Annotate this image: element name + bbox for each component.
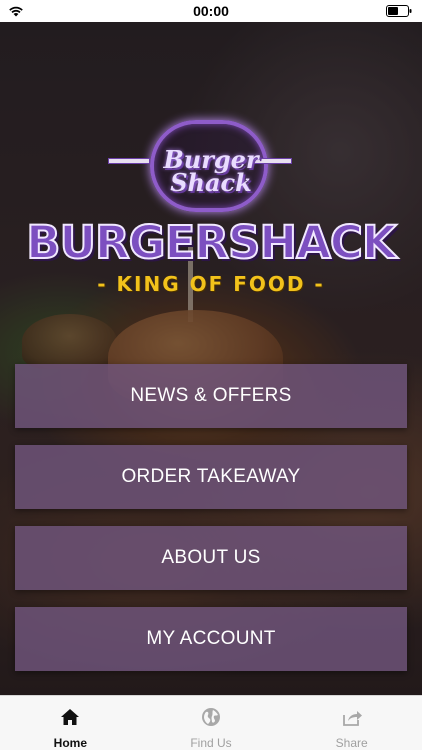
battery-icon (386, 5, 412, 17)
tab-find-us-label: Find Us (190, 736, 232, 750)
about-us-button[interactable]: ABOUT US (15, 526, 407, 590)
logo-tagline: - KING OF FOOD - (97, 272, 325, 296)
tab-share-label: Share (335, 736, 368, 750)
my-account-button[interactable]: MY ACCOUNT (15, 607, 407, 671)
my-account-label: MY ACCOUNT (146, 628, 276, 649)
order-takeaway-button[interactable]: ORDER TAKEAWAY (15, 445, 407, 509)
news-offers-button[interactable]: NEWS & OFFERS (15, 364, 407, 428)
news-offers-label: NEWS & OFFERS (130, 385, 292, 406)
tab-share[interactable]: Share (281, 696, 422, 750)
order-takeaway-label: ORDER TAKEAWAY (121, 466, 301, 487)
about-us-label: ABOUT US (161, 547, 261, 568)
tab-find-us[interactable]: Find Us (141, 696, 282, 750)
share-icon (342, 711, 362, 726)
tab-home[interactable]: Home (0, 696, 141, 750)
globe-icon (202, 708, 220, 726)
tab-bar: Home Find Us Share (0, 695, 422, 750)
home-icon (61, 709, 80, 725)
tab-home-label: Home (53, 736, 87, 750)
brand-logo: Burger Shack BURGERSHACK - KING OF FOOD … (0, 120, 422, 300)
status-time: 00:00 (193, 3, 229, 19)
logo-wordmark: BURGERSHACK (25, 215, 398, 270)
logo-script: Burger Shack (0, 148, 422, 197)
logo-script-line2: Shack (170, 168, 252, 197)
status-bar: 00:00 (0, 0, 422, 22)
